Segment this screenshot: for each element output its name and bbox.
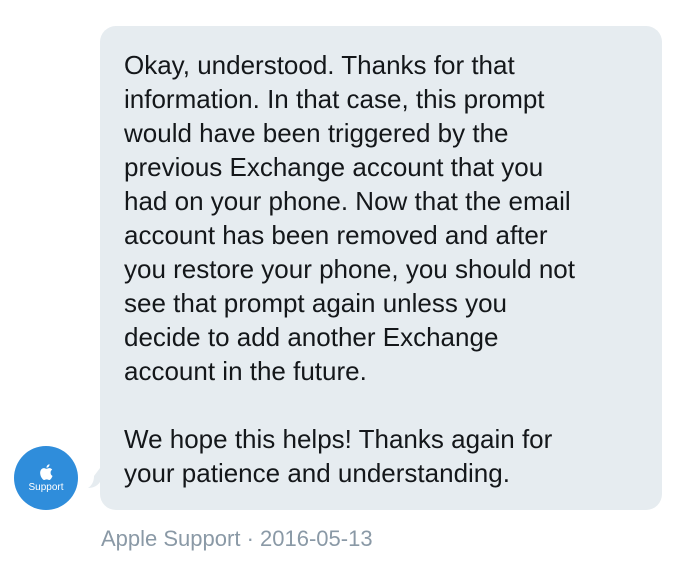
meta-separator: ·: [246, 526, 254, 551]
sender-avatar[interactable]: Support: [14, 446, 78, 510]
message-meta: Apple Support · 2016-05-13: [101, 524, 373, 554]
message-paragraph-2: We hope this helps! Thanks again for you…: [124, 424, 553, 488]
message-bubble: Okay, understood. Thanks for that inform…: [100, 26, 662, 510]
avatar-label: Support: [28, 482, 64, 493]
apple-logo-icon: [40, 464, 53, 480]
sender-name[interactable]: Apple Support: [101, 526, 240, 551]
message-paragraph-1: Okay, understood. Thanks for that inform…: [124, 50, 575, 386]
message-date: 2016-05-13: [260, 526, 373, 551]
